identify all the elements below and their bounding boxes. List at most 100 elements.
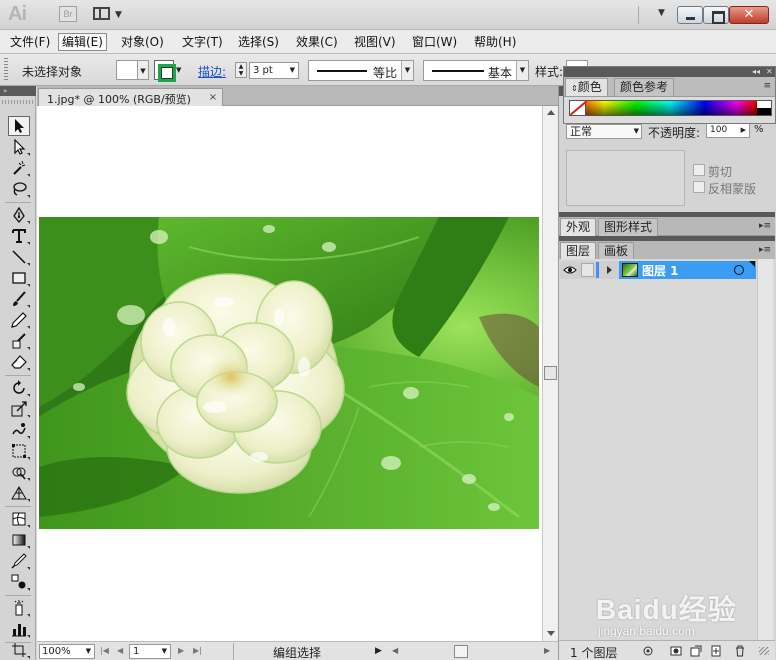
tab-layers[interactable]: 图层 — [560, 242, 597, 260]
panel-menu-icon[interactable]: ▸≡ — [759, 221, 771, 231]
blend-tool[interactable] — [8, 572, 30, 592]
color-spectrum-ramp[interactable] — [569, 100, 772, 116]
last-artboard-button[interactable]: ▶| — [193, 646, 202, 655]
tab-appearance[interactable]: 外观 — [560, 218, 597, 236]
fill-dropdown-button[interactable]: ▼ — [138, 60, 149, 80]
menu-file[interactable]: 文件(F) — [7, 33, 53, 51]
free-transform-tool[interactable] — [8, 441, 30, 461]
workspace-switcher-button[interactable]: ▼ — [658, 8, 665, 18]
color-panel-header[interactable]: ◂◂ ✕ — [564, 67, 775, 77]
menu-effect[interactable]: 效果(C) — [293, 33, 341, 51]
white-black-swatch[interactable] — [757, 101, 771, 115]
panel-menu-icon[interactable]: ≡ — [763, 81, 771, 91]
close-button[interactable]: ✕ — [729, 6, 769, 24]
eyedropper-tool[interactable] — [8, 551, 30, 571]
direct-selection-tool[interactable] — [8, 137, 30, 157]
symbol-sprayer-tool[interactable] — [8, 598, 30, 618]
fill-color-swatch[interactable] — [116, 60, 138, 80]
new-layer-icon[interactable] — [710, 645, 722, 657]
rectangle-tool[interactable] — [8, 268, 30, 288]
close-document-button[interactable]: × — [207, 92, 219, 104]
maximize-button[interactable] — [703, 6, 729, 24]
document-tab[interactable]: 1.jpg* @ 100% (RGB/预览) × — [38, 88, 223, 106]
scroll-up-arrow-icon[interactable] — [547, 110, 555, 115]
status-menu-button[interactable]: ▶ — [375, 646, 382, 656]
gradient-tool[interactable] — [8, 530, 30, 550]
artboard-canvas[interactable] — [37, 106, 542, 641]
control-bar-grip[interactable] — [4, 58, 8, 82]
clip-checkbox[interactable] — [693, 164, 705, 176]
artboard-tool[interactable] — [8, 640, 30, 660]
layers-scrollbar[interactable] — [757, 259, 773, 640]
stroke-color-swatch[interactable] — [154, 60, 176, 82]
column-graph-tool[interactable] — [8, 619, 30, 639]
selection-tool[interactable] — [8, 116, 30, 136]
rotate-tool[interactable] — [8, 378, 30, 398]
menu-edit[interactable]: 编辑(E) — [58, 33, 107, 51]
vertical-scroll-thumb[interactable] — [544, 366, 557, 380]
menu-type[interactable]: 文字(T) — [179, 33, 226, 51]
close-panel-icon[interactable]: ✕ — [766, 67, 773, 76]
mesh-tool[interactable] — [8, 509, 30, 529]
type-tool[interactable] — [8, 226, 30, 246]
magic-wand-tool[interactable] — [8, 158, 30, 178]
warp-tool[interactable] — [8, 420, 30, 440]
make-clipping-mask-icon[interactable] — [670, 645, 682, 657]
menu-window[interactable]: 窗口(W) — [409, 33, 460, 51]
tab-color[interactable]: ⇕颜色 — [565, 78, 608, 96]
eraser-tool[interactable] — [8, 352, 30, 372]
variable-width-profile-select[interactable]: 等比 ▼ — [308, 60, 414, 81]
tools-panel-header[interactable]: » — [0, 86, 36, 96]
none-color-swatch[interactable] — [570, 101, 586, 115]
invert-mask-checkbox[interactable] — [693, 181, 705, 193]
stroke-weight-field[interactable]: 3 pt ▼ — [249, 62, 299, 79]
transparency-thumbnail[interactable] — [566, 150, 685, 206]
zoom-level-select[interactable]: 100% ▼ — [39, 644, 95, 659]
opacity-field[interactable]: 100 ▶ — [706, 123, 750, 138]
tools-panel-grip[interactable] — [2, 100, 34, 104]
artboard-number-field[interactable]: 1 ▼ — [129, 644, 171, 659]
previous-artboard-button[interactable]: ◀ — [117, 646, 123, 655]
tab-color-guide[interactable]: 颜色参考 — [614, 78, 675, 96]
blend-mode-select[interactable]: 正常 ▼ — [566, 124, 642, 139]
blob-brush-tool[interactable] — [8, 331, 30, 351]
vertical-scrollbar[interactable] — [542, 106, 558, 641]
arrange-documents-button[interactable]: ▼ — [93, 6, 127, 22]
layer-target-icon[interactable] — [734, 265, 744, 275]
brush-definition-select[interactable]: 基本 ▼ — [423, 60, 529, 81]
lock-toggle[interactable] — [581, 263, 594, 277]
trash-icon[interactable] — [734, 645, 746, 657]
scale-tool[interactable] — [8, 399, 30, 419]
scroll-down-arrow-icon[interactable] — [547, 631, 555, 636]
menu-select[interactable]: 选择(S) — [235, 33, 282, 51]
go-to-bridge-button[interactable]: Br — [59, 6, 77, 22]
perspective-grid-tool[interactable] — [8, 483, 30, 503]
scroll-left-arrow-icon[interactable]: ◀ — [392, 646, 398, 655]
stroke-dropdown-button[interactable]: ▼ — [176, 66, 181, 74]
line-segment-tool[interactable] — [8, 247, 30, 267]
lasso-tool[interactable] — [8, 179, 30, 199]
expand-arrow-icon[interactable] — [607, 266, 612, 274]
first-artboard-button[interactable]: |◀ — [100, 646, 109, 655]
horizontal-scroll-thumb[interactable] — [454, 645, 468, 658]
create-sublayer-icon[interactable] — [690, 645, 702, 657]
menu-help[interactable]: 帮助(H) — [471, 33, 519, 51]
resize-grip-icon[interactable] — [759, 647, 769, 655]
visibility-eye-icon[interactable] — [563, 263, 577, 277]
stroke-weight-stepper[interactable]: ▲ ▼ — [235, 62, 247, 78]
pen-tool[interactable] — [8, 205, 30, 225]
menu-object[interactable]: 对象(O) — [118, 33, 167, 51]
locate-object-icon[interactable] — [642, 645, 654, 657]
stroke-panel-link[interactable]: 描边: — [198, 63, 226, 80]
tab-graphic-styles[interactable]: 图形样式 — [598, 218, 659, 236]
next-artboard-button[interactable]: ▶ — [178, 646, 184, 655]
layer-row[interactable]: 图层 1 — [560, 261, 756, 279]
shape-builder-tool[interactable] — [8, 462, 30, 482]
panel-menu-icon[interactable]: ▸≡ — [759, 245, 771, 255]
paintbrush-tool[interactable] — [8, 289, 30, 309]
collapse-icon[interactable]: ◂◂ — [752, 67, 760, 76]
scroll-right-arrow-icon[interactable]: ▶ — [544, 646, 550, 655]
tab-artboards[interactable]: 画板 — [598, 242, 635, 260]
menu-view[interactable]: 视图(V) — [351, 33, 399, 51]
minimize-button[interactable] — [677, 6, 703, 24]
